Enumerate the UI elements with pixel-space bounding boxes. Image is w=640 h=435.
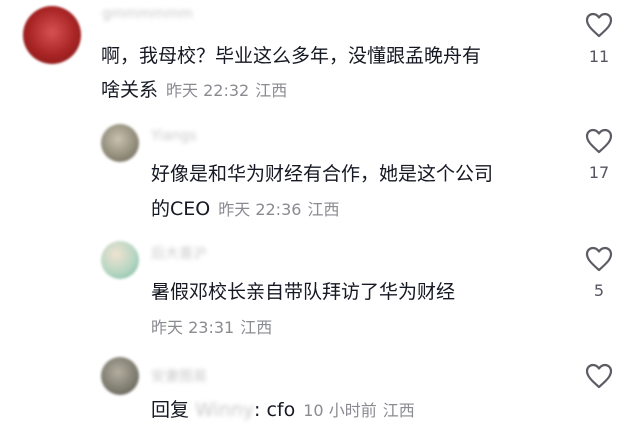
- like-count: 17: [588, 163, 610, 182]
- comment-location: 江西: [255, 81, 288, 100]
- heart-outline-icon: [585, 363, 613, 389]
- comment-line: 的CEO: [151, 198, 211, 220]
- comment-meta: 昨天 22:32 江西: [166, 81, 287, 100]
- comment-time: 10 小时前: [303, 401, 377, 420]
- like-button[interactable]: 17: [579, 128, 619, 182]
- username[interactable]: gmmmmmm: [102, 6, 193, 22]
- like-button[interactable]: 11: [579, 12, 619, 66]
- reply-text: : cfo: [254, 399, 296, 421]
- username[interactable]: 安妻图易: [151, 366, 207, 386]
- comment-meta: 昨天 23:31 江西: [151, 318, 272, 337]
- like-button[interactable]: [579, 363, 619, 389]
- comment-location: 江西: [382, 401, 415, 420]
- comment-time: 昨天 22:36: [218, 200, 302, 219]
- username[interactable]: 后大喜沪: [151, 243, 207, 263]
- comment-time: 昨天 22:32: [166, 81, 250, 100]
- comment-text-cont: 的CEO 昨天 22:36 江西: [151, 193, 339, 226]
- comment-text: 好像是和华为财经有合作，她是这个公司: [151, 158, 493, 191]
- like-button[interactable]: 5: [579, 246, 619, 300]
- avatar[interactable]: [23, 6, 81, 64]
- comment-line: 暑假邓校长亲自带队拜访了华为财经: [151, 281, 456, 303]
- like-count: 5: [593, 281, 605, 300]
- comment-text: 暑假邓校长亲自带队拜访了华为财经: [151, 276, 455, 309]
- comment-location: 江西: [240, 318, 273, 337]
- comment-meta: 10 小时前 江西: [303, 401, 414, 420]
- comment-text: 啊，我母校？毕业这么多年，没懂跟孟晚舟有: [101, 40, 481, 73]
- heart-outline-icon: [585, 128, 613, 154]
- avatar[interactable]: [101, 241, 139, 279]
- comment-line: 啥关系: [101, 79, 159, 101]
- comment-line: 好像是和华为财经有合作，她是这个公司: [151, 163, 494, 185]
- like-count: 11: [588, 47, 610, 66]
- username[interactable]: Yiangs: [151, 128, 197, 144]
- comment-time: 昨天 23:31: [151, 318, 235, 337]
- comment-line: 啊，我母校？毕业这么多年，没懂跟孟晚舟有: [101, 45, 482, 67]
- heart-outline-icon: [585, 246, 613, 272]
- comment-meta: 昨天 22:36 江西: [218, 200, 339, 219]
- heart-outline-icon: [585, 12, 613, 38]
- comment-text-cont: 昨天 23:31 江西: [143, 311, 272, 344]
- comment-text-cont: 啥关系 昨天 22:32 江西: [101, 74, 287, 107]
- comment-location: 江西: [307, 200, 340, 219]
- avatar[interactable]: [101, 357, 139, 395]
- reply-prefix: 回复: [151, 399, 190, 421]
- reply-target-username[interactable]: Winny: [195, 394, 254, 427]
- avatar[interactable]: [101, 124, 139, 162]
- comment-text: 回复 Winny: cfo 10 小时前 江西: [151, 394, 415, 427]
